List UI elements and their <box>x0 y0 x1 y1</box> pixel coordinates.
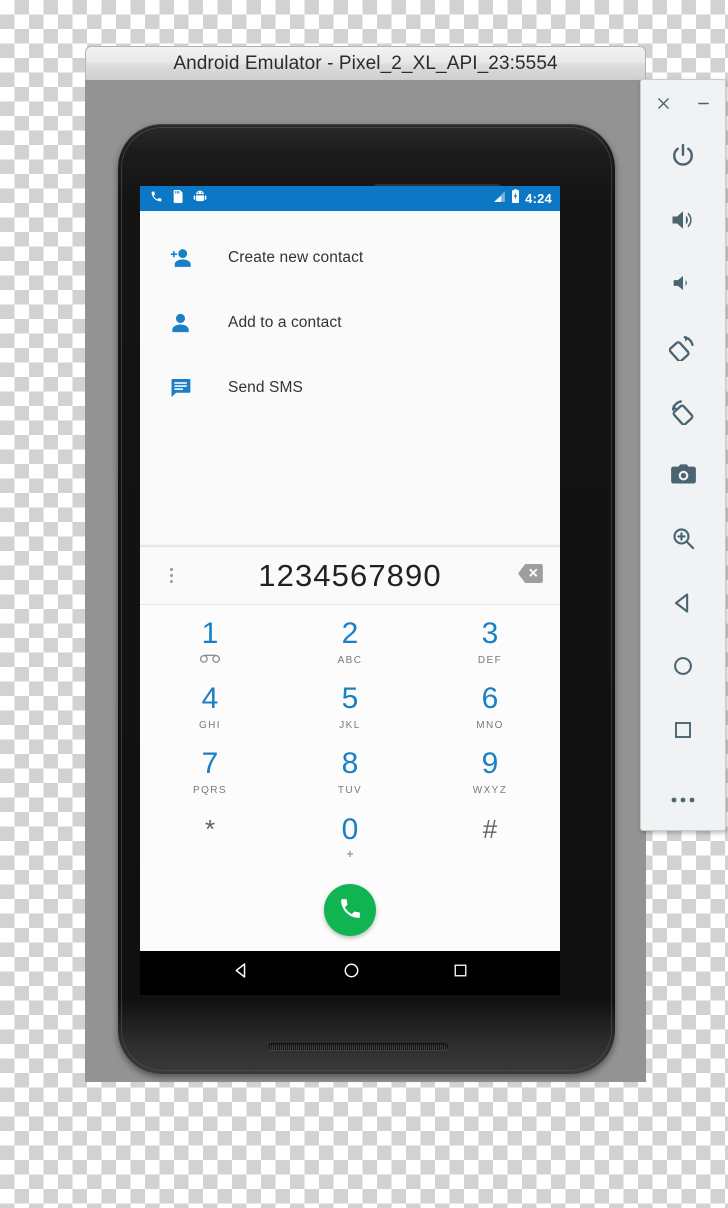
status-bar-left-icons <box>150 189 207 208</box>
power-icon[interactable] <box>640 124 726 188</box>
dialed-number[interactable]: 1234567890 <box>140 558 560 594</box>
key-digit: 1 <box>201 617 219 650</box>
key-digit: 8 <box>341 746 359 780</box>
action-label: Send SMS <box>228 378 303 396</box>
key-sublabel: MNO <box>476 719 504 731</box>
action-create-new-contact[interactable]: Create new contact <box>140 225 560 290</box>
dialpad-row: 1 2 ABC 3 DEF <box>140 610 560 675</box>
key-sublabel: PQRS <box>193 784 227 796</box>
key-sublabel: TUV <box>337 784 363 796</box>
home-circle-icon[interactable] <box>342 961 361 985</box>
key-sublabel: ABC <box>337 654 363 666</box>
call-button-row <box>140 870 560 950</box>
key-sublabel: DEF <box>477 654 503 666</box>
android-navigation-bar <box>140 951 560 995</box>
key-digit: 4 <box>201 681 219 715</box>
key-sublabel: JKL <box>339 719 361 731</box>
key-sublabel: + <box>346 846 354 861</box>
dialpad-row: 7 PQRS 8 TUV 9 WXYZ <box>140 740 560 805</box>
key-3[interactable]: 3 DEF <box>420 610 560 675</box>
dialer-display: 1234567890 <box>140 547 560 605</box>
dialpad: 1 2 ABC 3 DEF 4 GHI 5 JKL 6 MNO 7 PQRS 8… <box>140 605 560 870</box>
person-add-icon <box>167 248 193 268</box>
android-bug-icon <box>193 190 207 208</box>
volume-up-icon[interactable] <box>640 188 726 252</box>
volume-down-icon[interactable] <box>640 252 726 316</box>
signal-bars-icon <box>493 190 506 208</box>
key-1[interactable]: 1 <box>140 610 280 675</box>
key-digit: 0 <box>341 813 359 846</box>
android-status-bar: 4:24 <box>140 186 560 211</box>
key-9[interactable]: 9 WXYZ <box>420 740 560 805</box>
key-pound[interactable]: # <box>420 805 560 870</box>
message-icon <box>167 378 193 398</box>
window-title-bar: Android Emulator - Pixel_2_XL_API_23:555… <box>85 46 646 80</box>
home-circle-icon[interactable] <box>640 635 726 699</box>
overflow-menu-icon[interactable] <box>162 565 180 587</box>
emulator-toolbar <box>640 79 726 831</box>
key-5[interactable]: 5 JKL <box>280 675 420 740</box>
call-button[interactable] <box>324 884 376 936</box>
key-digit: 6 <box>481 681 499 715</box>
key-6[interactable]: 6 MNO <box>420 675 560 740</box>
bottom-speaker-grille <box>268 1043 448 1050</box>
sd-card-icon <box>172 189 184 208</box>
back-triangle-icon[interactable] <box>640 571 726 635</box>
screenshot-camera-icon[interactable] <box>640 443 726 507</box>
contact-actions-list: Create new contact Add to a contact Send… <box>140 225 560 547</box>
action-add-to-contact[interactable]: Add to a contact <box>140 290 560 355</box>
emulator-window: Android Emulator - Pixel_2_XL_API_23:555… <box>85 46 648 1082</box>
phone-call-icon <box>338 896 363 924</box>
toolbar-window-controls <box>641 80 725 124</box>
rotate-right-icon[interactable] <box>640 379 726 443</box>
key-digit: 5 <box>341 681 359 715</box>
key-digit: 2 <box>341 616 359 650</box>
device-chassis: 4:24 Create new contact Add to a contact… <box>85 80 648 1082</box>
key-sublabel: GHI <box>199 719 221 731</box>
close-icon[interactable] <box>653 94 673 114</box>
action-send-sms[interactable]: Send SMS <box>140 355 560 420</box>
zoom-icon[interactable] <box>640 507 726 571</box>
back-triangle-icon[interactable] <box>232 961 251 985</box>
phone-call-icon <box>150 190 163 208</box>
key-digit: # <box>482 813 498 844</box>
key-star[interactable]: * <box>140 805 280 870</box>
key-7[interactable]: 7 PQRS <box>140 740 280 805</box>
device-screen: 4:24 Create new contact Add to a contact… <box>140 186 560 995</box>
dialpad-row: 4 GHI 5 JKL 6 MNO <box>140 675 560 740</box>
key-sublabel: WXYZ <box>472 784 508 796</box>
more-icon[interactable] <box>640 770 726 830</box>
key-digit: 7 <box>201 746 219 780</box>
key-digit: 3 <box>481 616 499 650</box>
action-label: Create new contact <box>228 248 364 266</box>
window-title: Android Emulator - Pixel_2_XL_API_23:555… <box>173 52 558 74</box>
recents-square-icon[interactable] <box>640 698 726 762</box>
battery-charging-icon <box>511 189 520 208</box>
action-label: Add to a contact <box>228 313 342 331</box>
key-2[interactable]: 2 ABC <box>280 610 420 675</box>
status-bar-right-icons: 4:24 <box>493 189 552 208</box>
key-8[interactable]: 8 TUV <box>280 740 420 805</box>
dialpad-row: * 0 + # <box>140 805 560 870</box>
key-digit: * <box>204 813 216 844</box>
voicemail-icon <box>199 654 221 666</box>
person-icon <box>167 313 193 333</box>
minimize-icon[interactable] <box>693 94 713 114</box>
key-0[interactable]: 0 + <box>280 805 420 870</box>
rotate-left-icon[interactable] <box>640 315 726 379</box>
key-4[interactable]: 4 GHI <box>140 675 280 740</box>
recents-square-icon[interactable] <box>452 962 469 984</box>
status-bar-clock: 4:24 <box>525 191 552 206</box>
backspace-icon[interactable] <box>518 563 543 588</box>
key-digit: 9 <box>481 746 499 780</box>
